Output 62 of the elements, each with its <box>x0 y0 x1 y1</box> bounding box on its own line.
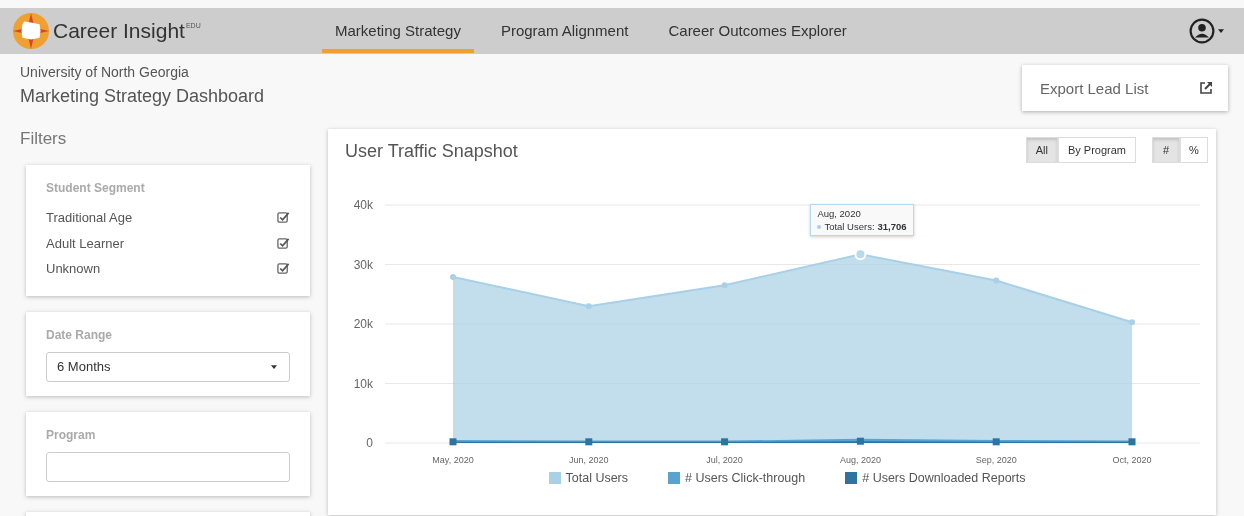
legend-swatch <box>548 472 561 484</box>
filters-heading: Filters <box>20 129 68 149</box>
legend-swatch <box>668 472 681 484</box>
export-button[interactable]: Export Lead List <box>1022 65 1228 111</box>
data-point <box>449 438 457 446</box>
x-axis-label: May, 2020 <box>432 455 474 465</box>
filter-label: Program <box>46 427 97 442</box>
x-axis-label: Jun, 2020 <box>569 455 609 465</box>
data-point <box>856 437 864 445</box>
data-point <box>721 438 729 446</box>
y-axis-label: 20k <box>353 317 373 331</box>
institution-name: University of North Georgia <box>20 64 190 80</box>
filter-label: Date Range <box>46 327 114 342</box>
legend-label: Total Users <box>565 471 629 485</box>
compass-logo-icon <box>12 12 50 50</box>
highlighted-point <box>854 248 867 261</box>
data-point <box>992 438 1000 446</box>
tooltip-label: Total Users: <box>824 221 875 233</box>
view-toggle-button[interactable]: All <box>1025 137 1058 163</box>
data-point <box>585 303 592 310</box>
date-range-dropdown[interactable]: 6 Months <box>46 351 290 382</box>
user-menu[interactable] <box>1189 18 1224 44</box>
nav-tab[interactable]: Marketing Strategy <box>322 9 474 53</box>
data-point <box>1128 438 1136 446</box>
data-point <box>1129 319 1135 326</box>
page-title: Marketing Strategy Dashboard <box>20 86 265 107</box>
data-point <box>585 438 593 446</box>
caret-icon <box>271 364 277 369</box>
series-dot-icon <box>817 224 822 229</box>
option-label: Traditional Age <box>46 210 133 226</box>
chart-title: User Traffic Snapshot <box>345 141 518 162</box>
data-point <box>993 277 1000 284</box>
x-axis-label: Aug, 2020 <box>839 455 881 465</box>
program-input-field[interactable] <box>46 451 290 482</box>
legend-item[interactable]: Total Users <box>548 471 629 485</box>
option-label: Unknown <box>46 261 101 277</box>
legend-swatch <box>845 472 858 484</box>
unit-toggle-button[interactable]: # <box>1152 137 1180 163</box>
app-name: Career Insight <box>53 19 185 43</box>
view-toggle-button[interactable]: By Program <box>1057 137 1136 163</box>
x-axis-label: Oct, 2020 <box>1112 455 1152 465</box>
data-point <box>450 274 456 280</box>
checkbox[interactable] <box>277 211 290 225</box>
y-axis-label: 30k <box>353 257 373 272</box>
data-point <box>721 282 728 289</box>
checkbox[interactable] <box>277 236 290 250</box>
x-axis-label: Jul, 2020 <box>706 455 743 465</box>
caret-icon <box>1218 29 1224 33</box>
unit-toggle-button[interactable]: % <box>1180 137 1208 163</box>
option-label: Adult Learner <box>46 235 125 251</box>
nav-tab[interactable]: Program Alignment <box>487 9 642 53</box>
tooltip-value: 31,706 <box>877 221 907 233</box>
y-axis-label: 10k <box>353 376 373 391</box>
y-axis-label: 0 <box>366 436 373 450</box>
nav-tab[interactable]: Career Outcomes Explorer <box>655 9 860 53</box>
user-avatar-icon <box>1189 18 1215 44</box>
x-axis-label: Sep, 2020 <box>975 455 1017 465</box>
y-axis-label: 40k <box>353 198 373 212</box>
filter-label: Student Segment <box>46 181 146 195</box>
external-link-icon <box>1198 80 1214 96</box>
checkbox[interactable] <box>277 262 290 276</box>
tooltip-title: Aug, 2020 <box>817 208 862 220</box>
